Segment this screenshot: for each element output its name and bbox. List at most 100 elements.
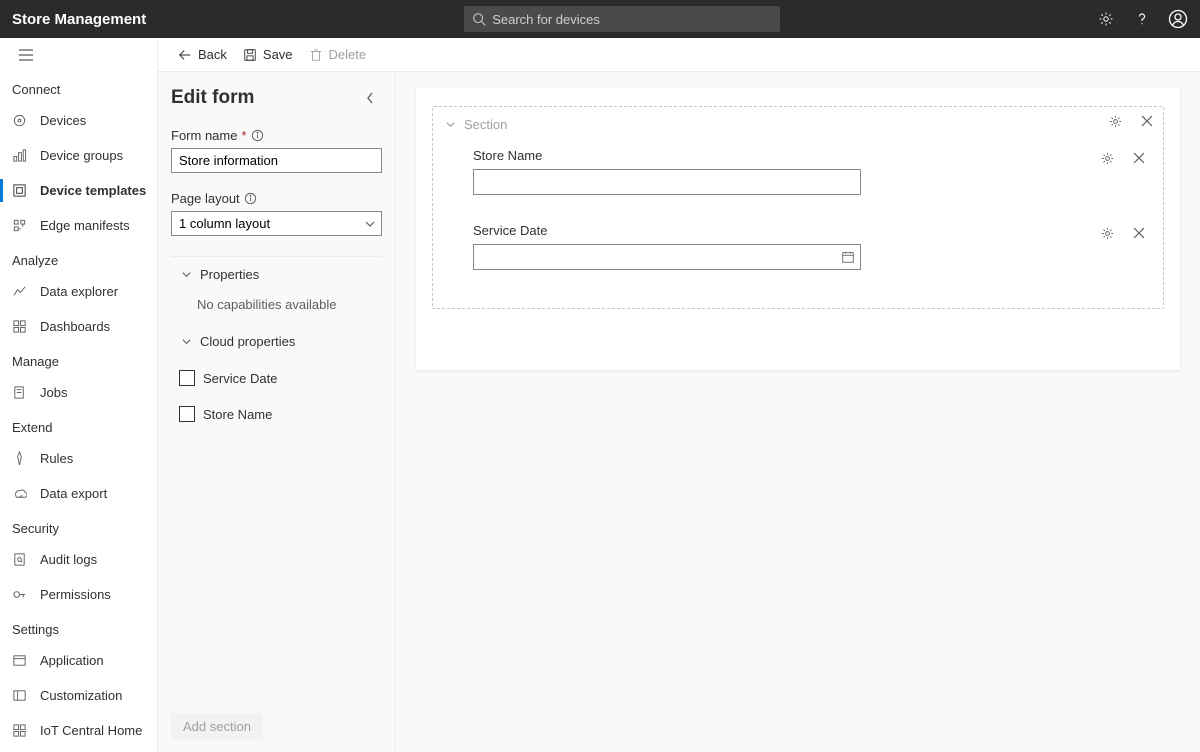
chevron-down-icon[interactable] <box>445 119 456 130</box>
field-settings-button[interactable] <box>1097 223 1117 243</box>
field-label: Store Name <box>473 148 1123 163</box>
nav-item-device-groups[interactable]: Device groups <box>0 138 157 173</box>
left-nav: Connect Devices Device groups Device tem… <box>0 38 158 752</box>
page-layout-select[interactable] <box>171 211 382 236</box>
nav-item-label: Customization <box>40 688 122 703</box>
section-settings-button[interactable] <box>1105 111 1125 131</box>
form-field-store-name[interactable]: Store Name <box>441 136 1155 211</box>
back-button[interactable]: Back <box>178 47 227 62</box>
settings-gear-button[interactable] <box>1088 0 1124 38</box>
nav-item-edge-manifests[interactable]: Edge manifests <box>0 208 157 243</box>
form-name-input[interactable] <box>171 148 382 173</box>
no-capabilities-message: No capabilities available <box>171 291 382 324</box>
permissions-icon <box>12 587 40 602</box>
add-section-button[interactable]: Add section <box>171 713 263 740</box>
hamburger-icon <box>18 48 34 62</box>
nav-section-analyze: Analyze <box>0 243 157 274</box>
delete-icon <box>309 48 323 62</box>
nav-toggle-button[interactable] <box>6 38 46 72</box>
required-indicator: * <box>241 128 246 143</box>
checkbox-label: Store Name <box>203 407 272 422</box>
field-input-date[interactable] <box>473 244 861 270</box>
nav-item-device-templates[interactable]: Device templates <box>0 173 157 208</box>
panel-collapse-button[interactable] <box>358 86 382 110</box>
close-icon <box>1132 226 1146 240</box>
nav-item-rules[interactable]: Rules <box>0 441 157 476</box>
help-button[interactable] <box>1124 0 1160 38</box>
nav-item-audit-logs[interactable]: Audit logs <box>0 542 157 577</box>
nav-item-dashboards[interactable]: Dashboards <box>0 309 157 344</box>
form-canvas: Section Store Name <box>396 72 1200 752</box>
form-section[interactable]: Section Store Name <box>432 106 1164 309</box>
nav-item-label: Jobs <box>40 385 67 400</box>
command-bar: Back Save Delete <box>158 38 1200 72</box>
save-button[interactable]: Save <box>243 47 293 62</box>
nav-section-settings: Settings <box>0 612 157 643</box>
nav-section-manage: Manage <box>0 344 157 375</box>
nav-item-label: IoT Central Home <box>40 723 142 738</box>
customization-icon <box>12 688 40 703</box>
cloud-prop-checkbox-service-date[interactable]: Service Date <box>171 362 382 394</box>
nav-item-data-export[interactable]: Data export <box>0 476 157 511</box>
section-label: Section <box>464 117 507 132</box>
nav-item-label: Data explorer <box>40 284 118 299</box>
nav-section-connect: Connect <box>0 72 157 103</box>
nav-item-devices[interactable]: Devices <box>0 103 157 138</box>
data-export-icon <box>12 486 40 501</box>
section-remove-button[interactable] <box>1137 111 1157 131</box>
cloud-properties-section-toggle[interactable]: Cloud properties <box>171 324 382 358</box>
nav-item-label: Device groups <box>40 148 123 163</box>
field-remove-button[interactable] <box>1129 223 1149 243</box>
delete-button: Delete <box>309 47 367 62</box>
app-title: Store Management <box>0 11 146 28</box>
rules-icon <box>12 451 40 466</box>
edit-form-panel: Edit form Form name * Page layout <box>158 72 396 752</box>
back-label: Back <box>198 47 227 62</box>
nav-item-iot-central-home[interactable]: IoT Central Home <box>0 713 157 748</box>
checkbox-icon <box>179 370 195 386</box>
nav-item-customization[interactable]: Customization <box>0 678 157 713</box>
audit-logs-icon <box>12 552 40 567</box>
back-arrow-icon <box>178 48 192 62</box>
field-input-text[interactable] <box>473 169 861 195</box>
nav-item-jobs[interactable]: Jobs <box>0 375 157 410</box>
field-remove-button[interactable] <box>1129 148 1149 168</box>
panel-title: Edit form <box>171 87 254 109</box>
field-settings-button[interactable] <box>1097 148 1117 168</box>
chevron-down-icon <box>181 269 192 280</box>
account-icon <box>1168 9 1188 29</box>
info-icon[interactable] <box>244 192 257 205</box>
cloud-prop-checkbox-store-name[interactable]: Store Name <box>171 398 382 430</box>
form-name-label: Form name * <box>171 128 382 143</box>
nav-item-permissions[interactable]: Permissions <box>0 577 157 612</box>
nav-item-data-explorer[interactable]: Data explorer <box>0 274 157 309</box>
global-search[interactable] <box>464 6 780 32</box>
nav-section-extend: Extend <box>0 410 157 441</box>
account-button[interactable] <box>1160 0 1196 38</box>
checkbox-icon <box>179 406 195 422</box>
save-icon <box>243 48 257 62</box>
close-icon <box>1132 151 1146 165</box>
search-input[interactable] <box>492 12 772 27</box>
nav-item-label: Dashboards <box>40 319 110 334</box>
edge-manifests-icon <box>12 218 40 233</box>
nav-item-label: Permissions <box>40 587 111 602</box>
info-icon[interactable] <box>251 129 264 142</box>
home-icon <box>12 723 40 738</box>
delete-label: Delete <box>329 47 367 62</box>
dashboards-icon <box>12 319 40 334</box>
nav-item-label: Device templates <box>40 183 146 198</box>
form-field-service-date[interactable]: Service Date <box>441 211 1155 286</box>
gear-icon <box>1100 226 1115 241</box>
chevron-left-icon <box>365 91 375 105</box>
top-bar: Store Management <box>0 0 1200 38</box>
chevron-down-icon <box>181 336 192 347</box>
nav-item-application[interactable]: Application <box>0 643 157 678</box>
properties-section-toggle[interactable]: Properties <box>171 257 382 291</box>
nav-section-security: Security <box>0 511 157 542</box>
nav-item-label: Audit logs <box>40 552 97 567</box>
gear-icon <box>1100 151 1115 166</box>
field-label: Service Date <box>473 223 1123 238</box>
properties-label: Properties <box>200 267 259 282</box>
page-layout-value[interactable] <box>171 211 382 236</box>
